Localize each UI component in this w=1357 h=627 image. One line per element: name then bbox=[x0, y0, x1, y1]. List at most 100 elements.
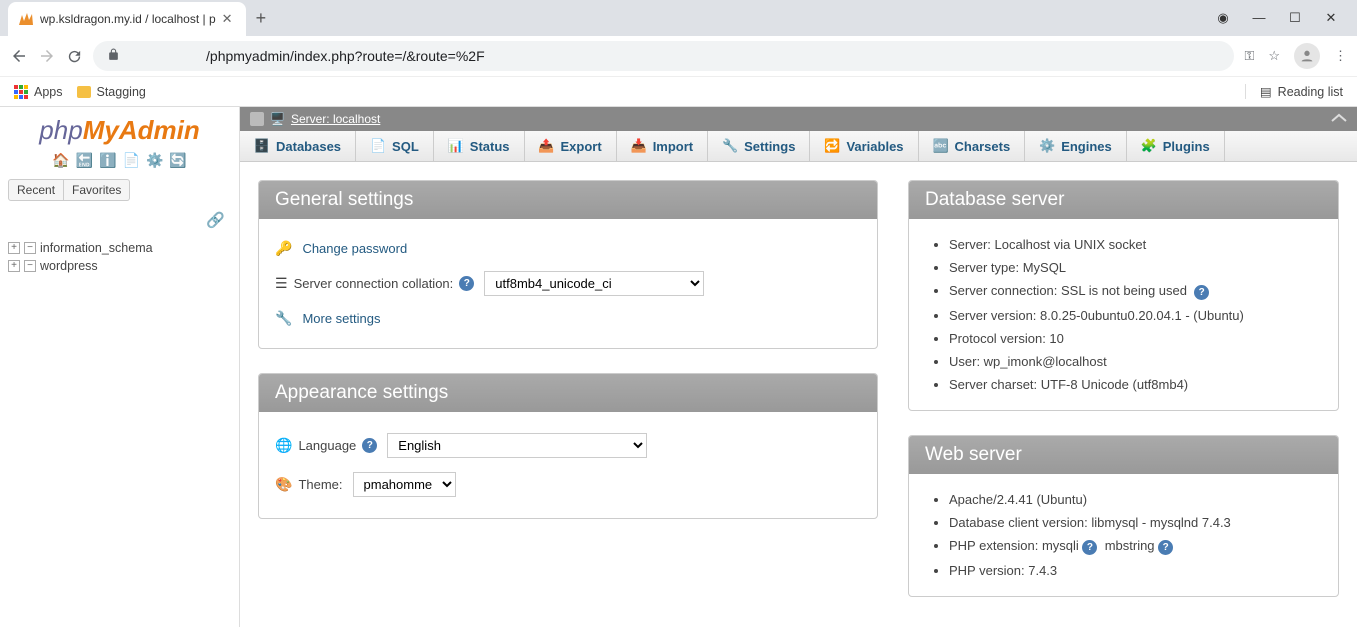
logo-my: My bbox=[83, 115, 119, 145]
collapse-panel-icon[interactable] bbox=[1331, 112, 1347, 126]
incognito-icon: ◉ bbox=[1215, 10, 1231, 26]
tab-sql[interactable]: 📄 SQL bbox=[356, 131, 434, 161]
window-controls: ◉ — ☐ ✕ bbox=[1215, 10, 1357, 26]
reading-list-button[interactable]: ▤ Reading list bbox=[1245, 84, 1343, 99]
reload-icon[interactable]: 🔄 bbox=[169, 152, 186, 169]
language-select[interactable]: English bbox=[387, 433, 647, 458]
sidebar: phpMyAdmin 🏠 🔚 ℹ️ 📄 ⚙️ 🔄 Recent Favorite… bbox=[0, 107, 240, 627]
phpmyadmin-favicon bbox=[18, 11, 34, 27]
help-icon[interactable]: ? bbox=[1158, 540, 1173, 555]
forward-button[interactable] bbox=[38, 47, 56, 65]
apps-shortcut[interactable]: Apps bbox=[14, 85, 63, 99]
panel-database-server: Database server Server: Localhost via UN… bbox=[908, 180, 1339, 411]
expand-icon[interactable]: + bbox=[8, 242, 20, 254]
settings-icon[interactable]: ⚙️ bbox=[146, 152, 163, 169]
tab-favorites[interactable]: Favorites bbox=[64, 179, 130, 201]
help-icon[interactable]: ? bbox=[362, 438, 377, 453]
expand-icon[interactable]: − bbox=[24, 242, 36, 254]
new-tab-button[interactable]: + bbox=[256, 8, 267, 29]
language-icon: 🌐 bbox=[275, 437, 292, 454]
server-info-item: Protocol version: 10 bbox=[949, 327, 1322, 350]
logout-icon[interactable]: 🔚 bbox=[76, 152, 93, 169]
tab-charsets[interactable]: 🔤Charsets bbox=[919, 131, 1026, 161]
tab-title: wp.ksldragon.my.id / localhost | p bbox=[40, 12, 216, 26]
tab-label: Databases bbox=[276, 139, 341, 154]
key-icon[interactable]: ⚿ bbox=[1244, 48, 1254, 64]
docs-icon[interactable]: ℹ️ bbox=[99, 152, 116, 169]
breadcrumb-text[interactable]: Server: localhost bbox=[291, 112, 380, 126]
sql-icon: 📄 bbox=[370, 138, 386, 154]
expand-icon[interactable]: + bbox=[8, 260, 20, 272]
profile-avatar[interactable] bbox=[1294, 43, 1320, 69]
more-settings-link[interactable]: More settings bbox=[302, 311, 380, 326]
tab-status[interactable]: 📊 Status bbox=[434, 131, 525, 161]
import-icon: 📥 bbox=[631, 138, 647, 154]
collation-select[interactable]: utf8mb4_unicode_ci bbox=[484, 271, 704, 296]
expand-icon[interactable]: − bbox=[24, 260, 36, 272]
help-icon[interactable]: ? bbox=[1082, 540, 1097, 555]
item-text: mbstring bbox=[1105, 538, 1155, 553]
menu-icon[interactable]: ⋮ bbox=[1334, 48, 1347, 64]
tab-label: Engines bbox=[1061, 139, 1112, 154]
db-item-information-schema[interactable]: + − information_schema bbox=[8, 239, 231, 257]
close-icon[interactable]: ✕ bbox=[222, 11, 236, 27]
item-text: Server connection: SSL is not being used bbox=[949, 283, 1187, 298]
web-info-item: PHP extension: mysqli ? mbstring ? bbox=[949, 534, 1322, 559]
bookmark-stagging[interactable]: Stagging bbox=[77, 85, 146, 99]
tab-export[interactable]: 📤 Export bbox=[525, 131, 617, 161]
app: phpMyAdmin 🏠 🔚 ℹ️ 📄 ⚙️ 🔄 Recent Favorite… bbox=[0, 107, 1357, 627]
logo-php: php bbox=[39, 115, 82, 145]
theme-select[interactable]: pmahomme bbox=[353, 472, 456, 497]
logo[interactable]: phpMyAdmin bbox=[0, 107, 239, 148]
help-icon[interactable]: ? bbox=[1194, 285, 1209, 300]
address-input[interactable]: /phpmyadmin/index.php?route=/&route=%2F bbox=[93, 41, 1234, 71]
web-info-item: PHP version: 7.4.3 bbox=[949, 559, 1322, 582]
panel-title: Web server bbox=[909, 436, 1338, 474]
tab-recent[interactable]: Recent bbox=[8, 179, 64, 201]
breadcrumb: 🖥️ Server: localhost bbox=[240, 107, 1357, 131]
panel-general-settings: General settings 🔑 Change password ☰ Ser… bbox=[258, 180, 878, 349]
bookmark-label: Stagging bbox=[97, 85, 146, 99]
star-icon[interactable]: ☆ bbox=[1268, 48, 1280, 64]
tab-import[interactable]: 📥Import bbox=[617, 131, 708, 161]
tab-label: Plugins bbox=[1163, 139, 1210, 154]
tab-databases[interactable]: 🗄️Databases bbox=[240, 131, 356, 161]
tab-label: Status bbox=[470, 139, 510, 154]
link-icon[interactable]: 🔗 bbox=[206, 211, 225, 229]
server-info-item: Server connection: SSL is not being used… bbox=[949, 279, 1322, 304]
reload-button[interactable] bbox=[66, 48, 83, 65]
minimize-button[interactable]: — bbox=[1251, 10, 1267, 26]
browser-tab[interactable]: wp.ksldragon.my.id / localhost | p ✕ bbox=[8, 2, 246, 36]
export-icon: 📤 bbox=[539, 138, 555, 154]
server-icon: 🖥️ bbox=[270, 112, 285, 126]
url-host-masked bbox=[128, 48, 198, 64]
tab-variables[interactable]: 🔁Variables bbox=[810, 131, 918, 161]
collation-icon: ☰ bbox=[275, 275, 288, 292]
tab-label: Export bbox=[561, 139, 602, 154]
help-icon[interactable]: ? bbox=[459, 276, 474, 291]
maximize-button[interactable]: ☐ bbox=[1287, 10, 1303, 26]
close-window-button[interactable]: ✕ bbox=[1323, 10, 1339, 26]
panel-web-server: Web server Apache/2.4.41 (Ubuntu) Databa… bbox=[908, 435, 1339, 597]
sql-icon[interactable]: 📄 bbox=[123, 152, 140, 169]
change-password-link[interactable]: Change password bbox=[302, 241, 407, 256]
wrench-icon: 🔧 bbox=[722, 138, 738, 154]
db-name: wordpress bbox=[40, 259, 98, 273]
db-item-wordpress[interactable]: + − wordpress bbox=[8, 257, 231, 275]
apps-icon bbox=[14, 85, 28, 99]
tab-label: SQL bbox=[392, 139, 419, 154]
tab-settings[interactable]: 🔧Settings bbox=[708, 131, 810, 161]
tab-bar: wp.ksldragon.my.id / localhost | p ✕ + ◉… bbox=[0, 0, 1357, 36]
plugins-icon: 🧩 bbox=[1141, 138, 1157, 154]
panel-appearance-settings: Appearance settings 🌐 Language ? English bbox=[258, 373, 878, 519]
top-tabs: 🗄️Databases 📄 SQL 📊 Status 📤 Export 📥Import… bbox=[240, 131, 1357, 162]
theme-icon: 🎨 bbox=[275, 476, 292, 493]
back-button[interactable] bbox=[10, 47, 28, 65]
tab-plugins[interactable]: 🧩 Plugins bbox=[1127, 131, 1225, 161]
tab-engines[interactable]: ⚙️Engines bbox=[1025, 131, 1127, 161]
charsets-icon: 🔤 bbox=[933, 138, 949, 154]
collapse-sidebar-button[interactable] bbox=[250, 112, 264, 126]
home-icon[interactable]: 🏠 bbox=[52, 152, 69, 169]
content: General settings 🔑 Change password ☰ Ser… bbox=[240, 162, 1357, 615]
status-icon: 📊 bbox=[448, 138, 464, 154]
